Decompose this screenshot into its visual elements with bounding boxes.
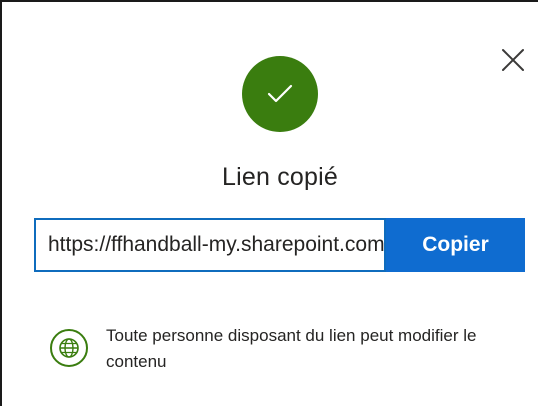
link-permission-setting[interactable]: Toute personne disposant du lien peut mo…	[50, 323, 490, 379]
dialog-title: Lien copié	[222, 163, 338, 191]
link-copy-row: Copier	[34, 218, 525, 272]
link-url-input[interactable]	[34, 218, 386, 272]
checkmark-icon	[267, 84, 293, 103]
globe-badge	[50, 329, 88, 367]
link-copied-dialog: Lien copié Copier Toute personne disposa…	[0, 0, 538, 406]
copy-button[interactable]: Copier	[386, 218, 525, 272]
globe-icon	[59, 338, 79, 358]
close-icon	[502, 49, 524, 71]
close-button[interactable]	[500, 47, 526, 73]
permission-description: Toute personne disposant du lien peut mo…	[106, 326, 477, 371]
success-badge	[242, 56, 318, 132]
